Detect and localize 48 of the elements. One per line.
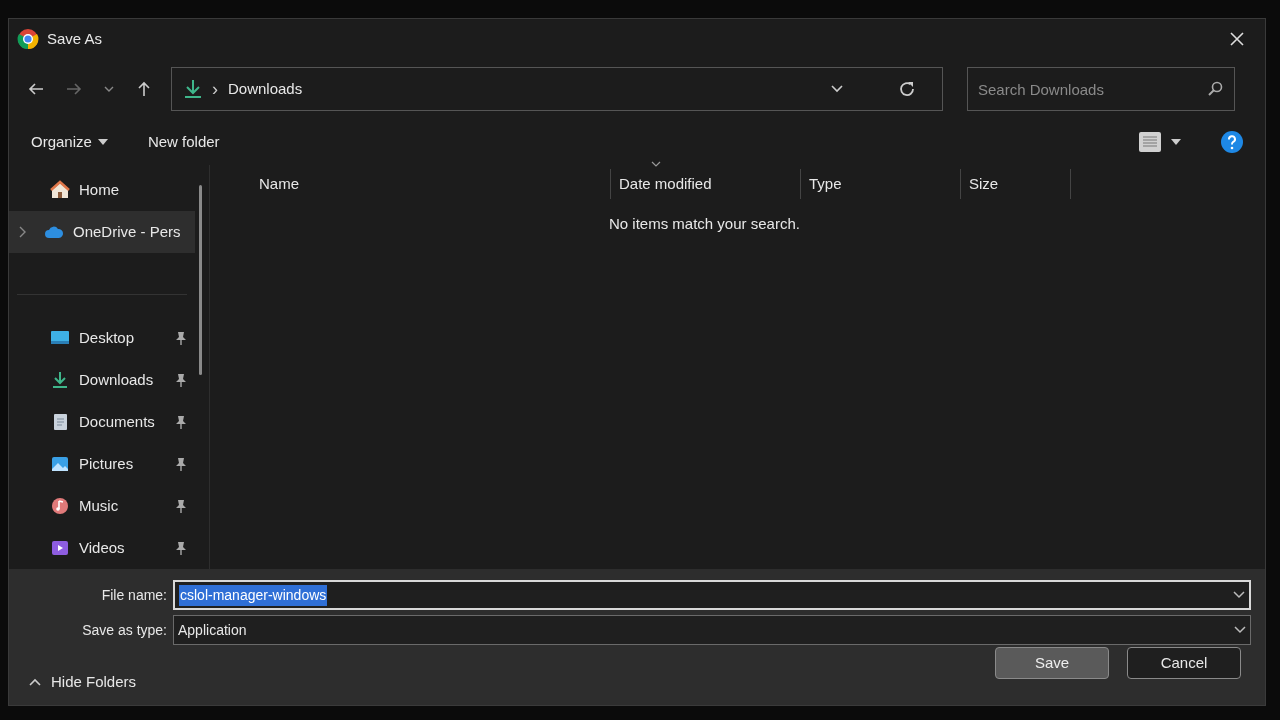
breadcrumb-separator: ›: [212, 77, 218, 101]
close-icon[interactable]: [1229, 31, 1245, 47]
save-as-type-value: Application: [178, 620, 247, 640]
file-name-label: File name:: [100, 585, 167, 605]
chevron-down-icon[interactable]: [1233, 591, 1245, 599]
breadcrumb-item[interactable]: Downloads: [228, 77, 303, 101]
hide-folders-button[interactable]: Hide Folders: [23, 670, 137, 695]
cancel-button[interactable]: Cancel: [1127, 647, 1241, 679]
column-header[interactable]: Date modified: [611, 169, 801, 199]
search-icon: [1207, 81, 1223, 97]
sidebar-item[interactable]: Music: [9, 485, 195, 527]
picture-icon: [49, 454, 71, 474]
column-header[interactable]: Size: [961, 169, 1071, 199]
empty-message: No items match your search.: [608, 214, 801, 234]
sidebar-item[interactable]: Pictures: [9, 443, 195, 485]
chevron-up-icon: [29, 677, 41, 686]
sidebar-item[interactable]: Desktop: [9, 317, 195, 359]
chevron-right-icon[interactable]: [18, 226, 26, 238]
column-header[interactable]: Type: [801, 169, 961, 199]
chevron-down-icon[interactable]: [1234, 626, 1246, 634]
chevron-down-icon[interactable]: [830, 84, 844, 94]
browser-logo-icon: [17, 28, 39, 50]
sidebar-item[interactable]: OneDrive - Pers: [9, 211, 195, 253]
sidebar-item[interactable]: Home: [9, 169, 195, 211]
house-icon: [49, 180, 71, 200]
sidebar-item[interactable]: Videos: [9, 527, 195, 569]
search-field[interactable]: Search Downloads: [967, 67, 1235, 111]
save-as-type-dropdown[interactable]: Application: [173, 615, 1251, 645]
refresh-icon[interactable]: [898, 80, 916, 98]
download-icon: [184, 79, 202, 99]
address-bar[interactable]: › Downloads: [171, 67, 943, 111]
file-name-field[interactable]: cslol-manager-windows: [173, 580, 1251, 610]
scrollbar[interactable]: [199, 185, 202, 375]
music-note-icon: [49, 496, 71, 516]
sidebar-item[interactable]: Documents: [9, 401, 195, 443]
caret-down-icon[interactable]: [1171, 139, 1181, 145]
chevron-down-icon[interactable]: [104, 85, 114, 93]
caret-down-icon: [97, 139, 108, 145]
save-button[interactable]: Save: [995, 647, 1109, 679]
window-title: Save As: [47, 28, 103, 49]
organize-menu-button[interactable]: Organize: [31, 130, 108, 154]
file-name-text: cslol-manager-windows: [179, 584, 328, 606]
help-icon[interactable]: [1221, 131, 1243, 153]
column-header[interactable]: Name: [251, 169, 611, 199]
video-icon: [49, 538, 71, 558]
new-folder-button[interactable]: New folder: [147, 130, 220, 154]
save-as-type-label: Save as type:: [81, 620, 167, 640]
sidebar-item[interactable]: Downloads: [9, 359, 195, 401]
